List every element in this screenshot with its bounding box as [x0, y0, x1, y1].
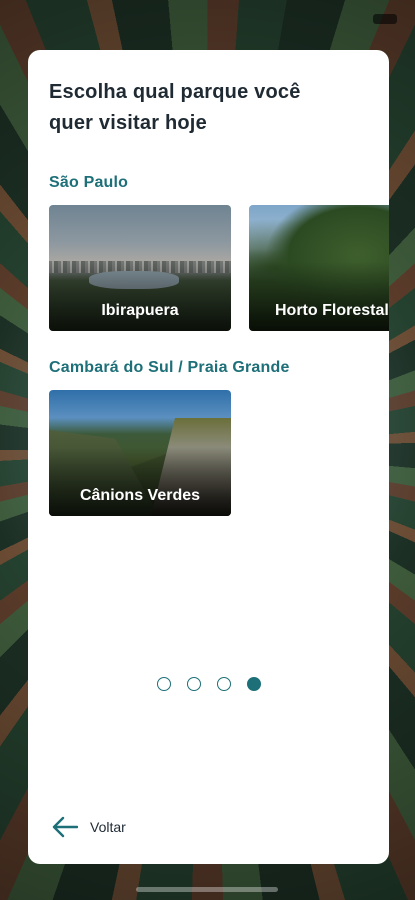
page-dot-2[interactable] — [186, 677, 201, 691]
section-label-cambara: Cambará do Sul / Praia Grande — [49, 359, 290, 376]
home-indicator — [136, 887, 278, 892]
back-button[interactable]: Voltar — [52, 816, 126, 838]
park-carousel-cambara[interactable]: Cânions Verdes — [49, 390, 231, 516]
park-card-horto-florestal[interactable]: Horto Florestal — [249, 205, 389, 331]
page-dot-3[interactable] — [216, 677, 231, 691]
park-name: Ibirapuera — [101, 302, 179, 319]
page-indicator — [28, 677, 389, 691]
page-title: Escolha qual parque você quer visitar ho… — [49, 81, 301, 134]
section-label-sao-paulo: São Paulo — [49, 174, 129, 191]
park-selection-card: Escolha qual parque você quer visitar ho… — [28, 50, 389, 864]
park-card-canions-verdes[interactable]: Cânions Verdes — [49, 390, 231, 516]
park-name: Horto Florestal — [275, 302, 389, 319]
park-carousel-sao-paulo[interactable]: Ibirapuera Horto Florestal — [49, 205, 389, 331]
page-dot-4-active[interactable] — [246, 677, 261, 691]
park-name: Cânions Verdes — [79, 487, 201, 504]
battery-indicator — [373, 14, 397, 24]
park-card-ibirapuera[interactable]: Ibirapuera — [49, 205, 231, 331]
page-dot-1[interactable] — [156, 677, 171, 691]
back-label: Voltar — [90, 819, 126, 835]
arrow-left-icon — [52, 816, 78, 838]
